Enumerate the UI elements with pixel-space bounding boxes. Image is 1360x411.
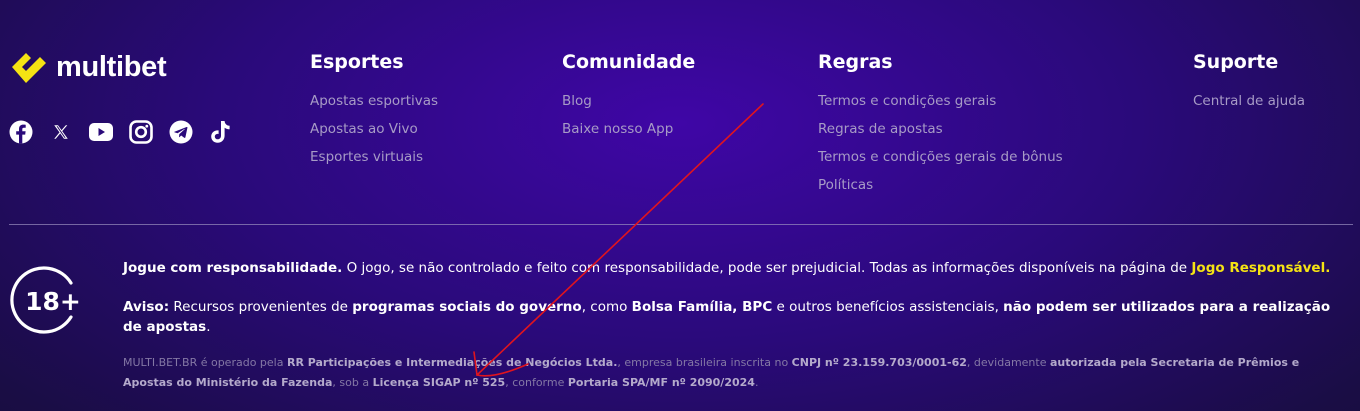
social-links [9,120,249,144]
legal-plain: , empresa brasileira inscrita no [617,356,792,369]
legal-company: RR Participações e Intermediações de Neg… [286,356,618,369]
x-icon[interactable] [49,120,73,144]
link-termos-condicoes[interactable]: Termos e condições gerais [818,87,1063,115]
responsible-gaming-text: O jogo, se não controlado e feito com re… [342,260,1192,276]
legal-cnpj: CNPJ nº 23.159.703/0001-62 [791,356,967,369]
multibet-logo-icon [12,53,46,83]
age-restriction-badge: 18+ [9,262,85,342]
footer-col-esportes: Esportes Apostas esportivas Apostas ao V… [310,51,438,171]
jogo-responsavel-link[interactable]: Jogo Responsável. [1191,260,1330,276]
suporte-heading: Suporte [1193,51,1279,73]
notice-text: . [206,319,211,335]
legal-text: MULTI.BET.BR é operado pela RR Participa… [123,353,1335,393]
social-programs-notice: Aviso: Recursos provenientes de programa… [123,297,1338,337]
telegram-icon[interactable] [169,120,193,144]
legal-plain: , devidamente [966,356,1050,369]
youtube-icon[interactable] [89,120,113,144]
footer-col-suporte: Suporte Central de ajuda [1193,51,1305,115]
link-apostas-esportivas[interactable]: Apostas esportivas [310,87,438,115]
tiktok-icon[interactable] [209,120,233,144]
link-esportes-virtuais[interactable]: Esportes virtuais [310,143,438,171]
legal-plain: . [754,376,759,389]
legal-plain: , sob a [332,376,373,389]
age-badge-text: 18+ [25,287,81,316]
footer-divider [9,224,1353,225]
instagram-icon[interactable] [129,120,153,144]
facebook-icon[interactable] [9,120,33,144]
legal-plain: , conforme [505,376,568,389]
notice-text: e outros benefícios assistenciais, [772,299,1004,315]
footer-col-comunidade: Comunidade Blog Baixe nosso App [562,51,695,143]
notice-strong: Bolsa Família, BPC [631,299,773,315]
comunidade-heading: Comunidade [562,51,696,73]
legal-ordinance: Portaria SPA/MF nº 2090/2024 [567,376,755,389]
link-central-ajuda[interactable]: Central de ajuda [1193,87,1305,115]
esportes-heading: Esportes [310,51,404,73]
notice-strong: programas sociais do governo [352,299,582,315]
footer-col-regras: Regras Termos e condições gerais Regras … [818,51,1063,199]
legal-license: Licença SIGAP nº 525 [372,376,506,389]
link-regras-apostas[interactable]: Regras de apostas [818,115,1063,143]
notice-text: Recursos provenientes de [169,299,353,315]
link-apostas-ao-vivo[interactable]: Apostas ao Vivo [310,115,438,143]
notice-text: , como [581,299,632,315]
aviso-label: Aviso: [123,299,170,315]
link-termos-bonus[interactable]: Termos e condições gerais de bônus [818,143,1063,171]
link-baixe-app[interactable]: Baixe nosso App [562,115,695,143]
regras-heading: Regras [818,51,893,73]
brand-logo[interactable]: multibet [9,47,167,87]
brand-name: multibet [56,50,167,83]
responsible-gaming-notice: Jogue com responsabilidade. O jogo, se n… [123,258,1338,278]
link-blog[interactable]: Blog [562,87,695,115]
legal-plain: MULTI.BET.BR é operado pela [123,356,287,369]
responsible-gaming-strong: Jogue com responsabilidade. [123,260,343,276]
link-politicas[interactable]: Políticas [818,171,1063,199]
